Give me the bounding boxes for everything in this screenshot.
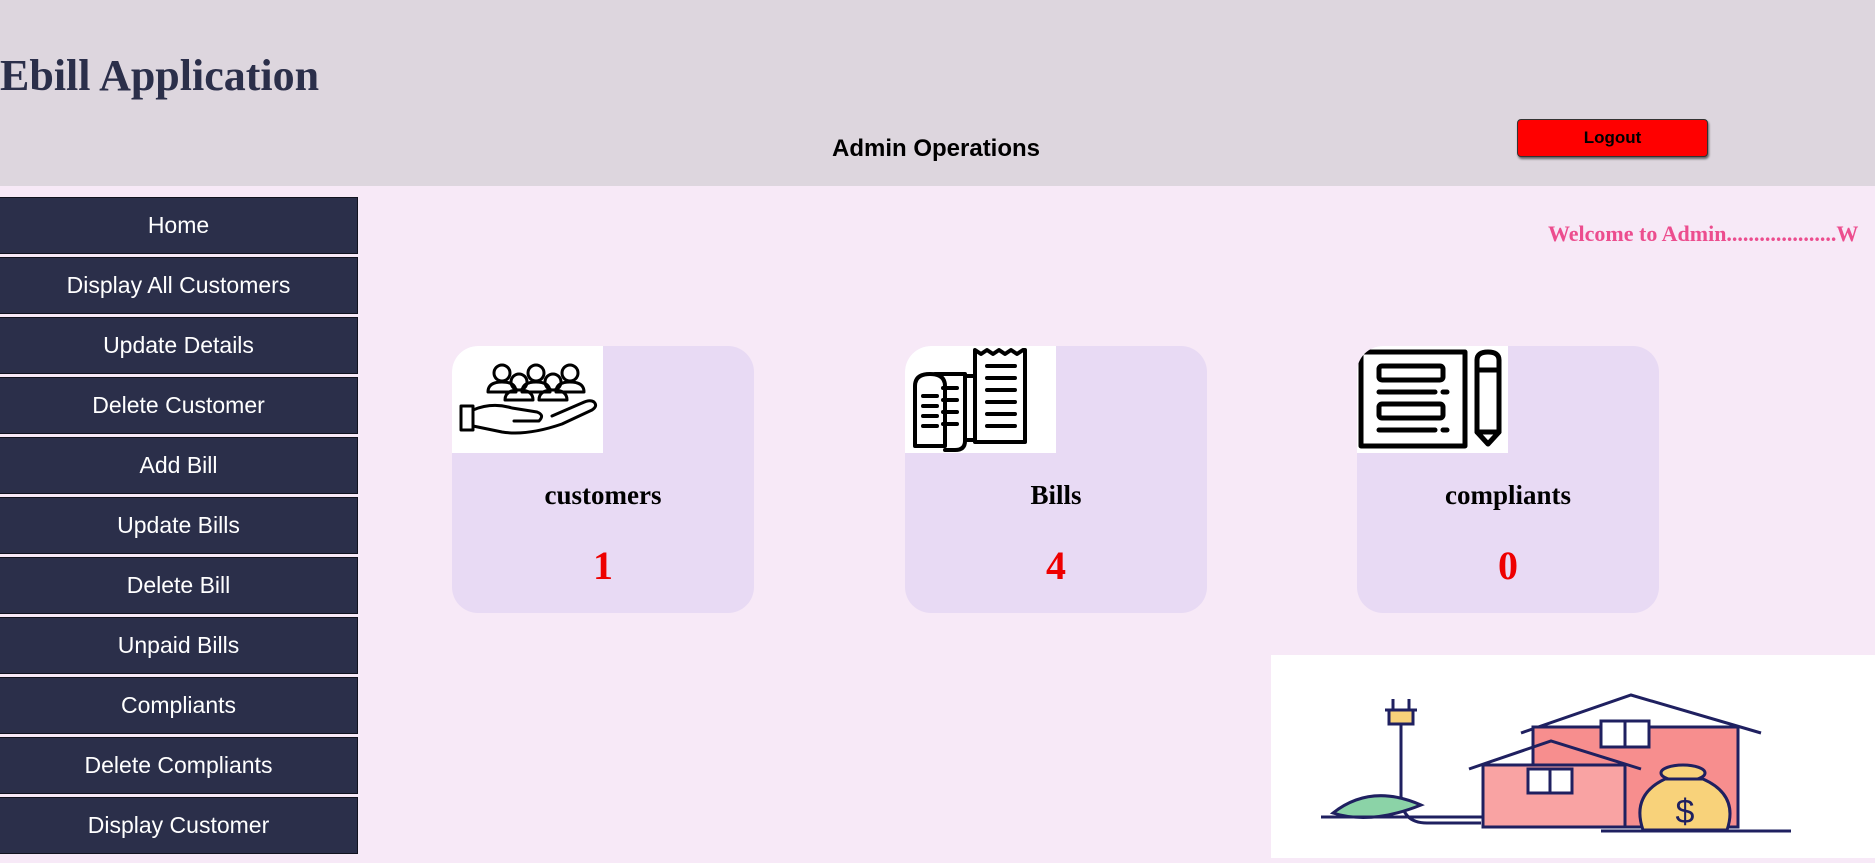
bills-count: 4	[1046, 543, 1066, 588]
sidebar-item-add-bill[interactable]: Add Bill	[0, 437, 358, 494]
bills-card[interactable]: Bills 4	[905, 346, 1207, 613]
sidebar-item-update-bills[interactable]: Update Bills	[0, 497, 358, 554]
svg-text:$: $	[1676, 793, 1695, 831]
customers-count: 1	[593, 543, 613, 588]
welcome-text: Welcome to Admin....................W	[1548, 221, 1859, 246]
customers-hand-icon	[452, 346, 603, 453]
sidebar-item-display-customer[interactable]: Display Customer	[0, 797, 358, 854]
customers-card[interactable]: customers 1	[452, 346, 754, 613]
header: Ebill Application Admin Operations Logou…	[0, 0, 1875, 186]
sidebar-item-home[interactable]: Home	[0, 197, 358, 254]
sidebar: Home Display All Customers Update Detail…	[0, 197, 358, 857]
app-title: Ebill Application	[0, 51, 320, 100]
bills-label: Bills	[1030, 480, 1082, 510]
section-title: Admin Operations	[832, 135, 1041, 162]
welcome-marquee: Welcome to Admin....................W	[366, 210, 1875, 250]
logout-button[interactable]: Logout	[1517, 119, 1708, 157]
sidebar-item-delete-bill[interactable]: Delete Bill	[0, 557, 358, 614]
complaint-form-pencil-icon	[1357, 346, 1508, 453]
sidebar-item-delete-customer[interactable]: Delete Customer	[0, 377, 358, 434]
sidebar-item-display-all-customers[interactable]: Display All Customers	[0, 257, 358, 314]
customers-label: customers	[544, 480, 662, 510]
compliants-count: 0	[1498, 543, 1518, 588]
electric-house-money-illustration: $	[1271, 655, 1875, 858]
bills-receipt-icon	[905, 346, 1056, 453]
sidebar-item-compliants[interactable]: Compliants	[0, 677, 358, 734]
sidebar-item-delete-compliants[interactable]: Delete Compliants	[0, 737, 358, 794]
compliants-card[interactable]: compliants 0	[1357, 346, 1659, 613]
sidebar-item-update-details[interactable]: Update Details	[0, 317, 358, 374]
sidebar-item-unpaid-bills[interactable]: Unpaid Bills	[0, 617, 358, 674]
compliants-label: compliants	[1444, 480, 1571, 510]
